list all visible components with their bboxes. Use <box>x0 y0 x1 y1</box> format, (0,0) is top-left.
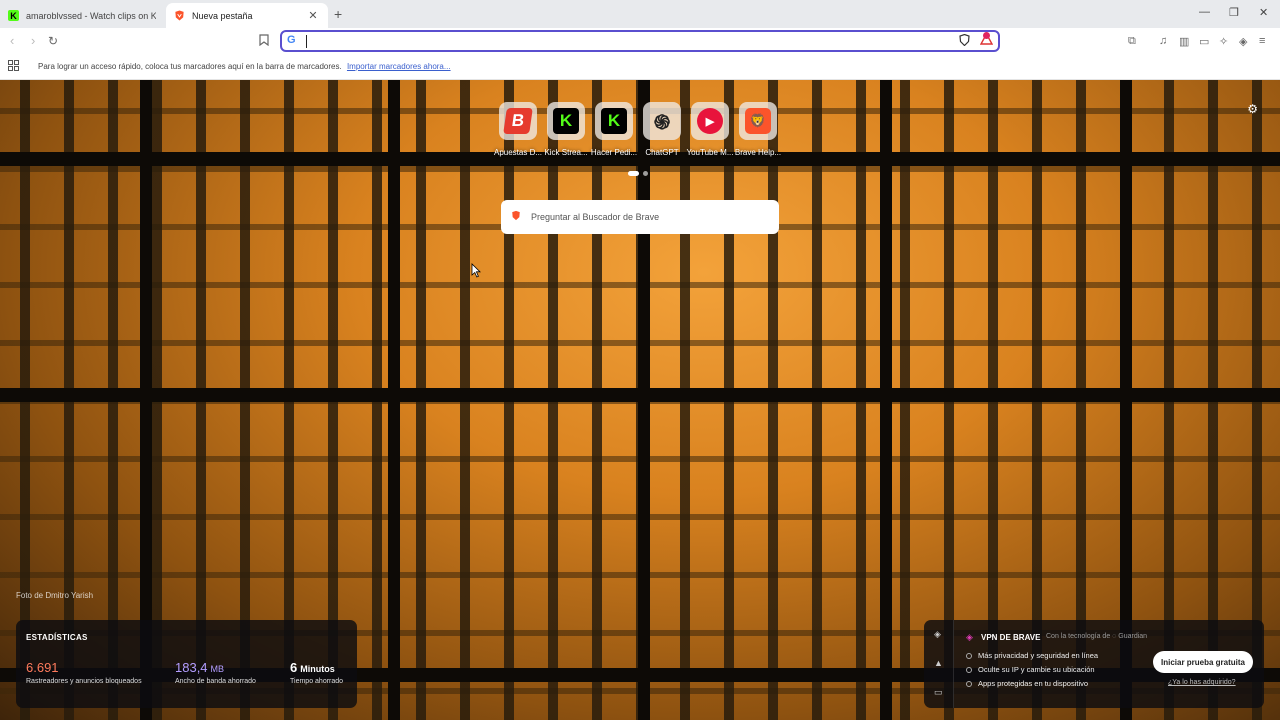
pager-dot[interactable] <box>628 171 639 176</box>
bookmark-icon[interactable] <box>259 34 269 49</box>
top-site-label: ChatGPT <box>645 148 679 157</box>
address-bar[interactable]: G <box>280 30 1000 52</box>
time-label: Tiempo ahorrado <box>290 678 344 685</box>
top-sites: B Apuestas D... K Kick Strea... K Hacer … <box>494 102 782 157</box>
stats-widget: ESTADÍSTICAS 6.691 Rastreadores y anunci… <box>16 620 357 708</box>
trackers-value: 6.691 <box>26 660 59 675</box>
toolbar: ‹ › ↻ G ⧉ ♫ ▥ ▭ ✧ ◈ ≡ <box>0 28 1280 55</box>
widget-switcher: ◈ ▲ ▭ <box>924 620 954 708</box>
brave-shields-icon[interactable] <box>959 33 970 49</box>
tab-title: Nueva pestaña <box>192 10 253 21</box>
screenshot-icon[interactable]: ⧉ <box>1128 35 1136 48</box>
search-placeholder: Preguntar al Buscador de Brave <box>531 212 660 222</box>
wallet-icon[interactable]: ▭ <box>1199 35 1209 48</box>
brave-rewards-icon[interactable] <box>979 32 994 48</box>
vpn-title: VPN DE BRAVE <box>981 633 1041 642</box>
vpn-widget: ◈ ▲ ▭ ◈ VPN DE BRAVE Con la tecnología d… <box>924 620 1264 708</box>
bandwidth-value: 183,4 <box>175 660 208 675</box>
close-tab-icon[interactable]: ✕ <box>306 9 320 22</box>
vpn-feature-text: Oculte su IP y cambie su ubicación <box>978 665 1095 674</box>
brave-lion-icon: 🦁 <box>745 108 771 134</box>
time-value: 6 <box>290 660 298 675</box>
bookmarks-hint: Para lograr un acceso rápido, coloca tus… <box>38 62 451 71</box>
check-icon <box>966 667 972 674</box>
sidebar-icon[interactable]: ▥ <box>1179 35 1189 48</box>
bookmarks-message: Para lograr un acceso rápido, coloca tus… <box>38 62 342 71</box>
tab-title: amaroblvssed - Watch clips on Kick <box>26 10 156 21</box>
vpn-feature-text: Más privacidad y seguridad en línea <box>978 651 1099 660</box>
bandwidth-unit: MB <box>210 664 225 674</box>
apps-grid-icon[interactable] <box>8 60 19 74</box>
betting-site-icon: B <box>503 108 533 134</box>
vpn-feature-text: Apps protegidas en tu dispositivo <box>978 679 1089 688</box>
kick-icon: K <box>601 108 627 134</box>
time-unit: Minutos <box>300 664 335 674</box>
google-icon: G <box>287 34 296 46</box>
vpn-feature: Apps protegidas en tu dispositivo <box>966 679 1088 688</box>
leo-ai-icon[interactable]: ✧ <box>1219 35 1228 48</box>
top-site-tile[interactable]: K Hacer Pedi... <box>590 102 638 157</box>
youtube-music-icon: ▶ <box>697 108 723 134</box>
close-window-icon[interactable]: ✕ <box>1259 6 1268 19</box>
top-site-label: Kick Strea... <box>544 148 588 157</box>
photo-credit[interactable]: Foto de Dmitro Yarish <box>16 591 93 600</box>
brave-search-icon <box>511 210 521 224</box>
media-icon[interactable]: ♫ <box>1159 35 1167 47</box>
top-site-label: YouTube M... <box>686 148 734 157</box>
vpn-feature: Más privacidad y seguridad en línea <box>966 651 1098 660</box>
rewards-triangle-icon[interactable]: ▲ <box>934 658 943 668</box>
top-site-tile[interactable]: B Apuestas D... <box>494 102 542 157</box>
check-icon <box>966 681 972 688</box>
check-icon <box>966 653 972 660</box>
time-stat: 6 Minutos Tiempo ahorrado <box>290 660 343 685</box>
bandwidth-stat: 183,4 MB Ancho de banda ahorrado <box>175 660 256 685</box>
trackers-stat: 6.691 Rastreadores y anuncios bloqueados <box>26 660 142 685</box>
already-purchased-link[interactable]: ¿Ya lo has adquirido? <box>1168 679 1236 686</box>
top-site-label: Hacer Pedi... <box>590 148 638 157</box>
vpn-powered-by: Con la tecnología de ◌ Guardian <box>1046 633 1148 640</box>
bandwidth-label: Ancho de banda ahorrado <box>175 678 256 685</box>
back-icon[interactable]: ‹ <box>10 33 14 48</box>
import-bookmarks-link[interactable]: Importar marcadores ahora... <box>347 62 451 71</box>
tab-strip: K amaroblvssed - Watch clips on Kick Nue… <box>0 0 1280 28</box>
top-site-label: Brave Help... <box>734 148 782 157</box>
new-tab-button[interactable]: + <box>334 6 342 22</box>
customize-gear-icon[interactable]: ⚙ <box>1247 102 1258 116</box>
text-caret <box>306 35 307 48</box>
chatgpt-icon: ֍ <box>653 111 671 134</box>
new-tab-page: ⚙ B Apuestas D... K Kick Strea... K Hace… <box>0 80 1280 720</box>
top-site-tile[interactable]: K Kick Strea... <box>542 102 590 157</box>
minimize-icon[interactable]: — <box>1199 6 1210 18</box>
forward-icon[interactable]: › <box>31 33 35 48</box>
top-site-tile[interactable]: ֍ ChatGPT <box>638 102 686 157</box>
mouse-cursor-icon <box>471 263 481 278</box>
start-trial-button[interactable]: Iniciar prueba gratuita <box>1153 651 1253 673</box>
bookmarks-bar: Para lograr un acceso rápido, coloca tus… <box>0 55 1280 80</box>
kick-icon: K <box>553 108 579 134</box>
notification-badge <box>983 32 990 39</box>
pager-dot[interactable] <box>643 171 648 176</box>
brave-icon <box>174 10 185 21</box>
menu-icon[interactable]: ≡ <box>1259 35 1265 47</box>
trackers-label: Rastreadores y anuncios bloqueados <box>26 678 142 685</box>
vpn-feature: Oculte su IP y cambie su ubicación <box>966 665 1095 674</box>
vpn-shield-icon[interactable]: ◈ <box>934 629 941 640</box>
top-site-tile[interactable]: 🦁 Brave Help... <box>734 102 782 157</box>
brave-search-box[interactable]: Preguntar al Buscador de Brave <box>501 200 779 234</box>
top-site-tile[interactable]: ▶ YouTube M... <box>686 102 734 157</box>
brave-vpn-icon: ◈ <box>966 632 973 642</box>
tab-new-tab[interactable]: Nueva pestaña ✕ <box>166 3 328 28</box>
restore-icon[interactable]: ❐ <box>1229 6 1239 19</box>
kick-icon: K <box>8 10 19 21</box>
vpn-icon[interactable]: ◈ <box>1239 35 1247 48</box>
reload-icon[interactable]: ↻ <box>48 34 58 48</box>
top-site-label: Apuestas D... <box>493 148 543 157</box>
card-icon[interactable]: ▭ <box>934 687 943 698</box>
tab-kick[interactable]: K amaroblvssed - Watch clips on Kick <box>0 3 164 28</box>
top-sites-pager <box>628 171 648 176</box>
stats-title: ESTADÍSTICAS <box>26 633 88 642</box>
